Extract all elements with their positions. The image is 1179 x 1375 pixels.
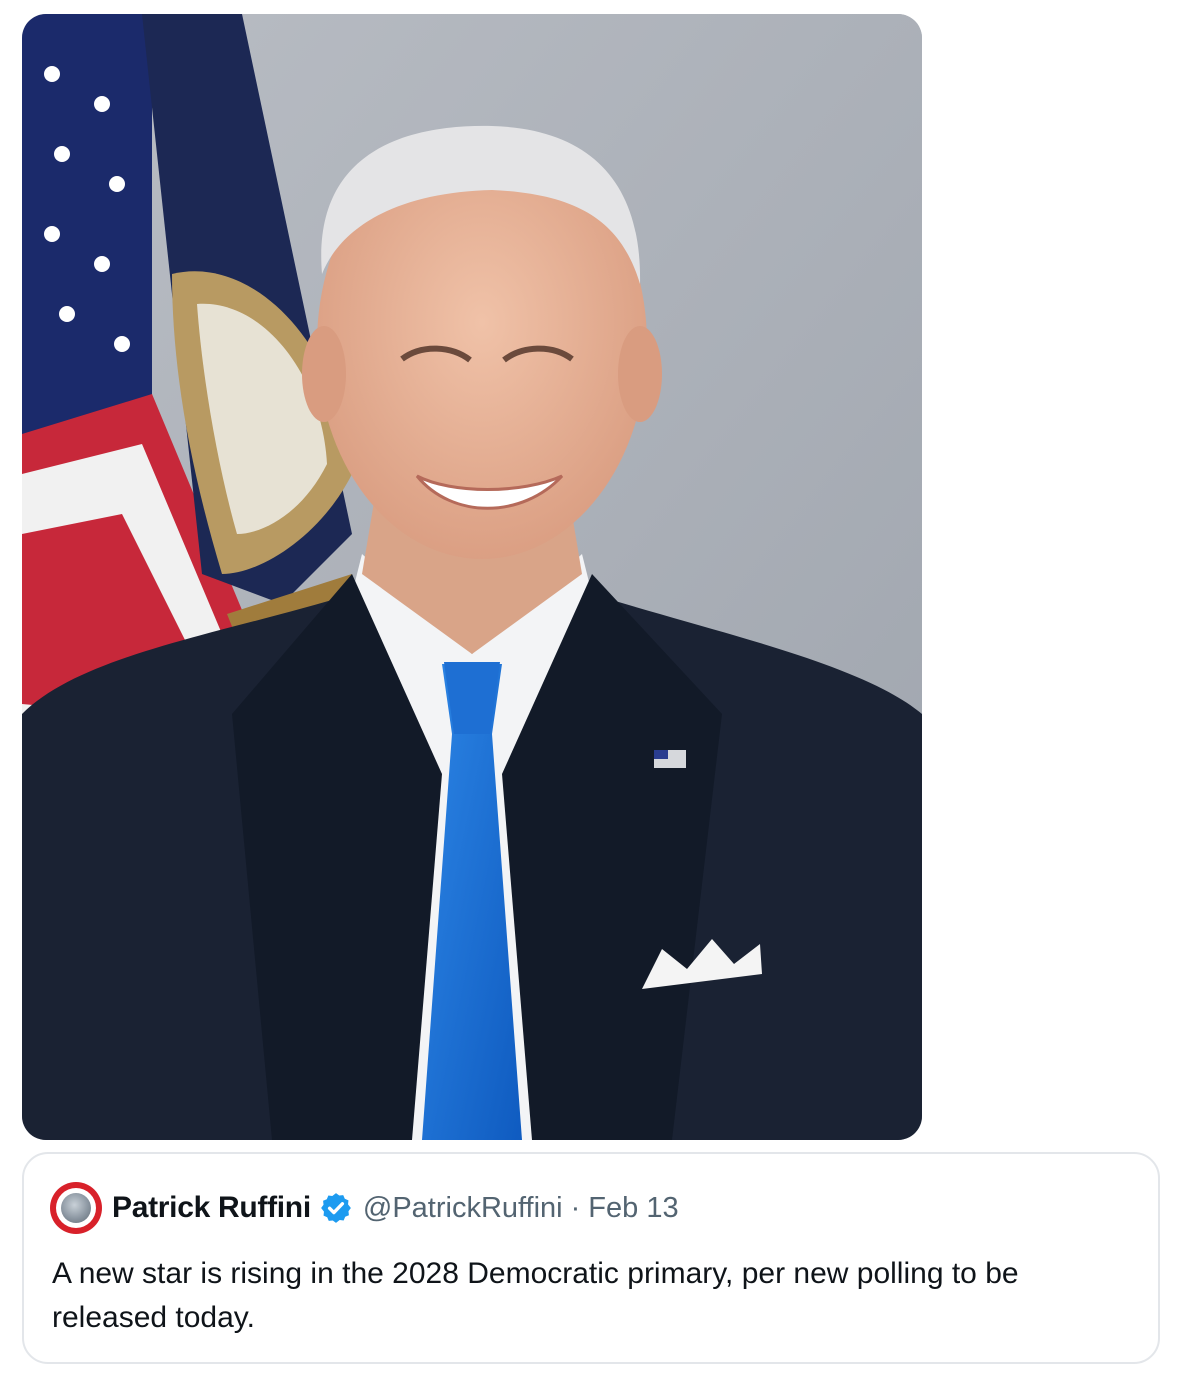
tweet-screenshot: Patrick Ruffini @PatrickRuffini · Feb 13… [0, 0, 1179, 1375]
separator-dot: · [570, 1191, 581, 1224]
portrait-image [22, 14, 922, 1140]
verified-badge-icon [321, 1193, 351, 1223]
author-display-name[interactable]: Patrick Ruffini [112, 1191, 311, 1225]
quoted-tweet-header: Patrick Ruffini @PatrickRuffini · Feb 13 [50, 1182, 679, 1234]
quoted-tweet-card[interactable]: Patrick Ruffini @PatrickRuffini · Feb 13… [22, 1152, 1160, 1364]
avatar-image [61, 1193, 91, 1223]
attached-photo[interactable] [22, 14, 922, 1140]
profile-avatar[interactable] [50, 1182, 102, 1234]
author-handle[interactable]: @PatrickRuffini [363, 1192, 563, 1225]
post-date[interactable]: Feb 13 [588, 1192, 678, 1225]
avatar-inner-ring [56, 1188, 96, 1228]
quoted-tweet-text: A new star is rising in the 2028 Democra… [52, 1257, 1019, 1334]
